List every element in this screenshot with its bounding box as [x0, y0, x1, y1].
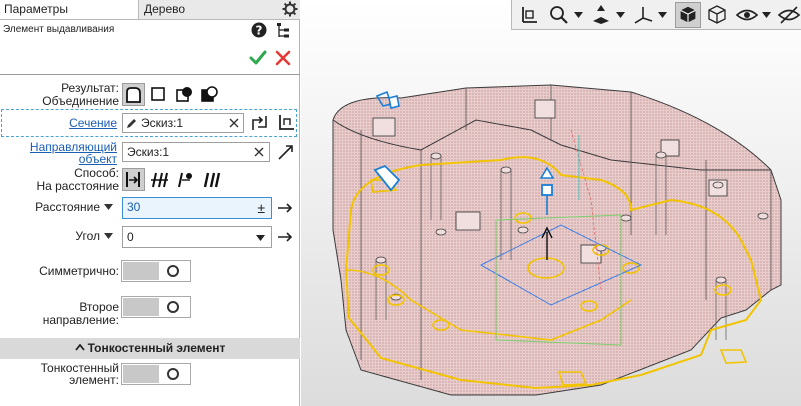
direction-field[interactable]: Эскиз:1 [122, 142, 270, 162]
second-direction-label: Второе направление: [42, 300, 119, 327]
help-icon[interactable]: ? [251, 22, 267, 38]
angle-label: Угол [75, 229, 100, 243]
divider [0, 74, 300, 75]
union-icon [126, 87, 141, 103]
section-value: Эскиз:1 [141, 116, 184, 130]
clear-icon[interactable] [254, 147, 264, 157]
tab-parameters[interactable]: Параметры [0, 0, 139, 19]
second-direction-toggle[interactable] [121, 296, 191, 318]
operation-title: Элемент выдавливания [3, 24, 115, 35]
sketch-plane-icon[interactable] [276, 113, 296, 133]
properties-panel: Параметры Дерево Элемент выдавливания ? [0, 0, 300, 406]
pencil-icon [127, 119, 136, 128]
svg-text:?: ? [256, 24, 263, 38]
arrow-diagonal-icon[interactable] [276, 142, 296, 162]
gear-icon[interactable] [282, 1, 298, 17]
arrow-right-icon[interactable] [277, 232, 293, 242]
result-value: Объединение [42, 94, 119, 108]
thin-wall-section-title: Тонкостенный элемент [87, 341, 226, 355]
tab-tree[interactable]: Дерево [140, 0, 280, 19]
tree-view-icon[interactable] [276, 22, 290, 39]
thin-wall-label-line2: элемент: [69, 373, 119, 387]
distance-input[interactable]: 30 ± [122, 197, 272, 219]
method-value: На расстояние [36, 179, 119, 193]
new-body-icon[interactable] [201, 86, 218, 103]
3d-viewport[interactable] [301, 0, 801, 406]
direction-value: Эскиз:1 [127, 145, 170, 159]
clear-icon[interactable] [229, 118, 239, 128]
model-drawing [332, 84, 782, 396]
plus-minus-button[interactable]: ± [257, 199, 265, 217]
panel-tabs: Параметры Дерево [0, 0, 300, 20]
reverse-direction-icon[interactable] [250, 113, 270, 133]
symmetric-label: Симметрично: [39, 264, 119, 278]
chevron-up-icon [74, 343, 85, 351]
distance-label: Расстояние [35, 200, 100, 214]
method-distance-button[interactable] [122, 168, 145, 191]
section-link[interactable]: Сечение [0, 117, 117, 130]
model-body [332, 84, 782, 396]
chevron-down-icon[interactable] [104, 204, 113, 210]
subtract-icon[interactable] [151, 87, 165, 101]
angle-value: 0 [127, 230, 134, 244]
to-vertex-icon[interactable] [150, 171, 169, 189]
chevron-down-icon[interactable] [104, 233, 113, 239]
angle-select[interactable]: 0 [122, 226, 272, 248]
direction-link-line2[interactable]: объект [0, 153, 117, 166]
checkmark-icon[interactable] [249, 49, 267, 67]
result-union-button[interactable] [122, 83, 145, 106]
section-field[interactable]: Эскиз:1 [122, 113, 244, 133]
symmetric-toggle[interactable] [121, 260, 191, 282]
through-all-icon[interactable] [202, 171, 221, 189]
arrow-right-icon[interactable] [277, 203, 293, 213]
intersect-icon[interactable] [176, 86, 193, 103]
distance-value: 30 [127, 200, 141, 214]
chevron-down-icon[interactable] [256, 235, 265, 241]
thin-wall-section-header[interactable]: Тонкостенный элемент [0, 338, 300, 359]
to-surface-icon[interactable] [176, 171, 195, 189]
close-icon[interactable] [275, 50, 291, 66]
distance-method-icon [126, 172, 140, 187]
thin-wall-toggle[interactable] [121, 363, 191, 385]
